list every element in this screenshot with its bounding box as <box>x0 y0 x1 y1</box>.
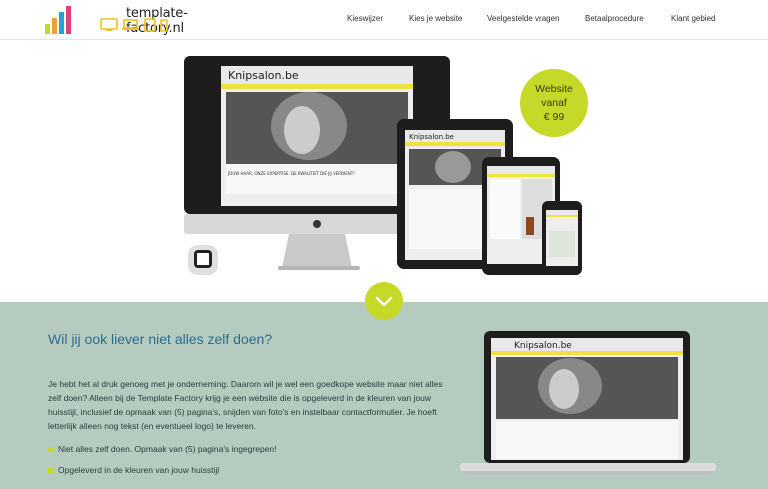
site-header: template-factory.nl Kieswijzer Kies je w… <box>0 0 768 40</box>
nav-item-kieswijzer[interactable]: Kieswijzer <box>347 14 383 23</box>
laptop-demo-site-name: Knipsalon.be <box>514 341 572 351</box>
tablet-demo-site-name: Knipsalon.be <box>409 133 454 141</box>
badge-line-2: vanaf <box>541 97 567 109</box>
price-badge[interactable]: Website vanaf € 99 <box>520 69 588 137</box>
bullet-marker <box>48 447 53 453</box>
nav-item-kies-je-website[interactable]: Kies je website <box>409 14 462 23</box>
section-paragraph: Je hebt het al druk genoeg met je ondern… <box>48 379 443 431</box>
nav-item-betaalprocedure[interactable]: Betaalprocedure <box>585 14 644 23</box>
nav-item-klant-gebied[interactable]: Klant gebied <box>671 14 715 23</box>
scroll-down-button[interactable] <box>365 282 403 320</box>
bullet-marker <box>48 468 53 474</box>
main-nav: Kieswijzer Kies je website Veelgestelde … <box>0 14 768 28</box>
watch-mockup <box>188 245 218 275</box>
hero: Knipsalon.be JOUW HAAR, ONZE EXPERTISE. … <box>0 41 768 302</box>
demo-site-name: Knipsalon.be <box>228 69 299 82</box>
phone-small-mockup <box>542 201 582 275</box>
badge-line-3: € 99 <box>543 111 565 123</box>
bullet-item: Niet alles zelf doen. Opmaak van (5) pag… <box>48 444 277 454</box>
demo-tagline: JOUW HAAR, ONZE EXPERTISE. DE KWALITEIT … <box>227 171 355 176</box>
bullet-item: Opgeleverd in de kleuren van jouw huisst… <box>48 465 219 475</box>
bullet-text: Niet alles zelf doen. Opmaak van (5) pag… <box>58 444 277 454</box>
section-title: Wil jij ook liever niet alles zelf doen? <box>48 331 273 347</box>
bullet-text: Opgeleverd in de kleuren van jouw huisst… <box>58 465 220 475</box>
chevron-down-icon <box>375 296 393 307</box>
laptop-mockup: Knipsalon.be <box>460 331 716 475</box>
nav-item-veelgestelde-vragen[interactable]: Veelgestelde vragen <box>487 14 560 23</box>
badge-line-1: Website <box>535 83 573 95</box>
